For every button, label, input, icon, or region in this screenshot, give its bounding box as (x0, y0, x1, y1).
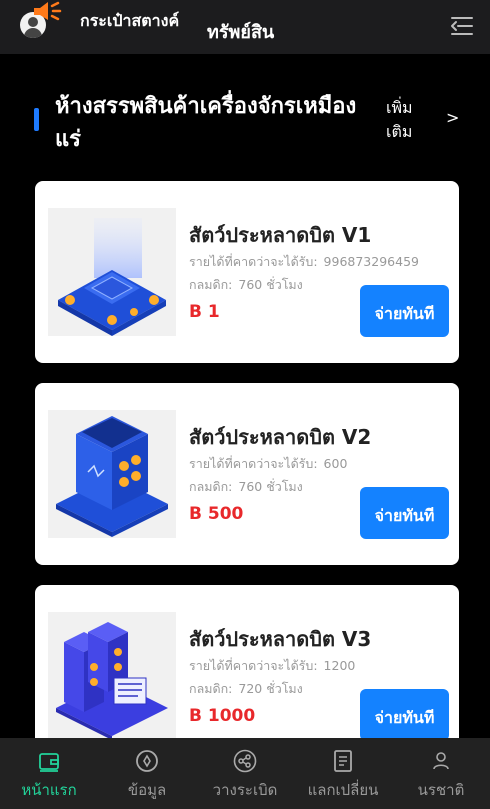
accent-bar (34, 108, 39, 131)
product-price: B 1000 (189, 706, 256, 726)
period-row: กลมดิก: 720 ชั่วโมง (189, 679, 303, 699)
nav-item-profile[interactable]: นรชาติ (392, 738, 490, 809)
product-name: สัตว์ประหลาดบิต V1 (189, 223, 372, 247)
nav-label: หน้าแรก (21, 781, 77, 799)
income-label: รายได้ที่คาดว่าจะได้รับ: (189, 254, 318, 269)
period-label: กลมดิก: (189, 277, 233, 292)
nav-item-info[interactable]: ข้อมูล (98, 738, 196, 809)
menu-collapse-icon[interactable] (448, 14, 476, 38)
pay-now-button[interactable]: จ่ายทันที (360, 689, 449, 738)
income-label: รายได้ที่คาดว่าจะได้รับ: (189, 658, 318, 673)
assets-label[interactable]: ทรัพย์สิน (207, 17, 274, 46)
wallet-label[interactable]: กระเป๋าสตางค์ (80, 9, 179, 34)
income-value: 996873296459 (323, 254, 419, 269)
share-icon (233, 749, 257, 773)
speaker-icon[interactable] (28, 0, 62, 26)
period-value: 720 ชั่วโมง (238, 681, 303, 696)
period-value: 760 ชั่วโมง (238, 277, 303, 292)
nav-item-home[interactable]: หน้าแรก (0, 738, 98, 809)
miner-image (48, 612, 176, 738)
user-icon (433, 752, 449, 770)
period-value: 760 ชั่วโมง (238, 479, 303, 494)
product-card[interactable]: สัตว์ประหลาดบิต V2 รายได้ที่คาดว่าจะได้ร… (35, 383, 459, 565)
nav-label: วางระเบิด (212, 781, 278, 799)
miner-image (48, 208, 176, 336)
pay-now-button[interactable]: จ่ายทันที (360, 285, 449, 337)
nav-item-exchange[interactable]: แลกเปลี่ยน (294, 738, 392, 809)
product-name: สัตว์ประหลาดบิต V2 (189, 425, 372, 449)
income-row: รายได้ที่คาดว่าจะได้รับ: 600 (189, 454, 347, 474)
pay-now-button[interactable]: จ่ายทันที (360, 487, 449, 539)
nav-item-share[interactable]: วางระเบิด (196, 738, 294, 809)
income-row: รายได้ที่คาดว่าจะได้รับ: 1200 (189, 656, 355, 676)
compass-icon (136, 750, 158, 772)
nav-label: นรชาติ (417, 781, 465, 799)
income-row: รายได้ที่คาดว่าจะได้รับ: 996873296459 (189, 252, 419, 272)
product-price: B 500 (189, 504, 244, 524)
product-card[interactable]: สัตว์ประหลาดบิต V1 รายได้ที่คาดว่าจะได้ร… (35, 181, 459, 363)
main-content[interactable]: ห้างสรรพสินค้าเครื่องจักรเหมืองแร่ เพิ่ม… (0, 54, 490, 738)
bottom-nav: หน้าแรก ข้อมูล วางระเบิด แลกเปลี่ยน นรชา… (0, 738, 490, 809)
miner-image (48, 410, 176, 538)
chevron-right-icon[interactable]: > (446, 108, 459, 127)
top-header: กระเป๋าสตางค์ ทรัพย์สิน (0, 0, 490, 54)
product-price: B 1 (189, 302, 220, 322)
section-title: ห้างสรรพสินค้าเครื่องจักรเหมืองแร่ (55, 94, 357, 152)
period-label: กลมดิก: (189, 479, 233, 494)
section-header: ห้างสรรพสินค้าเครื่องจักรเหมืองแร่ เพิ่ม… (0, 84, 490, 164)
period-row: กลมดิก: 760 ชั่วโมง (189, 477, 303, 497)
period-row: กลมดิก: 760 ชั่วโมง (189, 275, 303, 295)
more-link[interactable]: เพิ่มเติม > (386, 96, 466, 146)
income-label: รายได้ที่คาดว่าจะได้รับ: (189, 456, 318, 471)
wallet-icon (39, 753, 59, 772)
more-label[interactable]: เพิ่มเติม (386, 96, 430, 144)
period-label: กลมดิก: (189, 681, 233, 696)
document-icon (334, 750, 352, 772)
income-value: 1200 (323, 658, 356, 673)
nav-label: แลกเปลี่ยน (307, 781, 379, 799)
product-name: สัตว์ประหลาดบิต V3 (189, 627, 372, 651)
nav-label: ข้อมูล (127, 781, 167, 799)
product-card[interactable]: สัตว์ประหลาดบิต V3 รายได้ที่คาดว่าจะได้ร… (35, 585, 459, 738)
income-value: 600 (323, 456, 348, 471)
